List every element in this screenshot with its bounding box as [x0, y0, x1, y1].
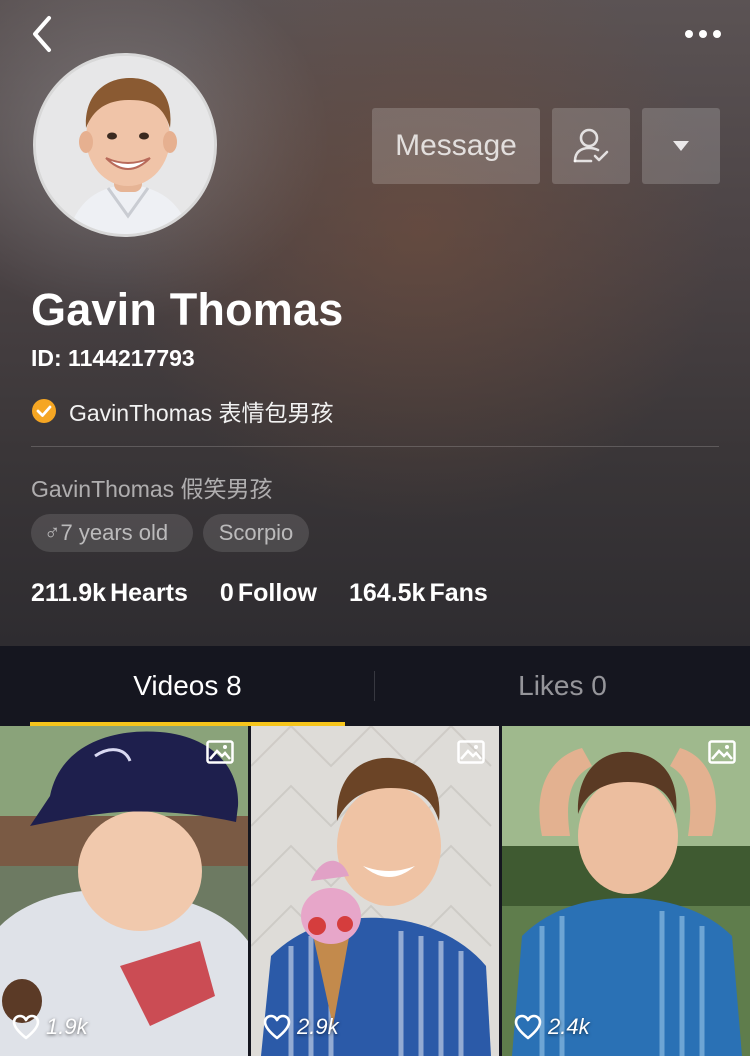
- recommend-dropdown-button[interactable]: [642, 108, 720, 184]
- more-dots-icon: [685, 30, 721, 38]
- tab-likes[interactable]: Likes 0: [375, 646, 750, 726]
- hearts-count: 211.9k: [31, 578, 107, 607]
- avatar-image: [36, 56, 214, 234]
- video-thumbnail[interactable]: 2.4k: [502, 726, 750, 1056]
- caret-down-icon: [673, 141, 689, 151]
- stats-row: 211.9k Hearts 0 Follow 164.5k Fans: [31, 576, 520, 610]
- profile-id: ID: 1144217793: [31, 345, 195, 371]
- video-thumbnail-image: [502, 726, 750, 1056]
- video-like-count: 1.9k: [12, 1014, 88, 1040]
- video-like-count: 2.4k: [514, 1014, 590, 1040]
- verified-row: GavinThomas 表情包男孩: [31, 396, 334, 426]
- video-thumbnail[interactable]: 1.9k: [0, 726, 248, 1056]
- age-tag: ♂ 7 years old: [31, 514, 193, 552]
- divider: [31, 446, 719, 447]
- tab-videos[interactable]: Videos 8: [0, 646, 375, 726]
- video-like-count: 2.9k: [263, 1014, 339, 1040]
- verified-badge-icon: [32, 399, 56, 423]
- video-like-text: 2.9k: [297, 1014, 339, 1039]
- photo-icon: [708, 740, 736, 764]
- follow-status-button[interactable]: [552, 108, 630, 184]
- male-icon: ♂: [44, 520, 61, 545]
- fans-count: 164.5k: [348, 578, 426, 607]
- age-text: 7 years old: [60, 520, 169, 545]
- fans-label: Fans: [429, 578, 488, 607]
- heart-icon: [514, 1014, 542, 1040]
- message-button[interactable]: Message: [372, 108, 540, 184]
- zodiac-text: Scorpio: [218, 520, 294, 545]
- follow-label: Follow: [237, 578, 317, 607]
- back-button[interactable]: [22, 14, 62, 54]
- user-check-icon: [573, 128, 609, 163]
- profile-name: Gavin Thomas: [31, 284, 344, 335]
- video-thumbnail-image: [0, 726, 248, 1056]
- avatar[interactable]: [33, 53, 217, 237]
- back-arrow-icon: [33, 16, 51, 52]
- hearts-label: Hearts: [110, 578, 188, 607]
- heart-icon: [263, 1014, 291, 1040]
- verified-text: GavinThomas 表情包男孩: [69, 400, 334, 426]
- tab-bar: Videos 8 Likes 0: [0, 646, 750, 726]
- video-grid: 1.9k 2.9k 2.4k: [0, 726, 750, 1056]
- message-button-label: Message: [395, 129, 517, 162]
- video-like-text: 2.4k: [548, 1014, 590, 1039]
- photo-icon: [206, 740, 234, 764]
- video-thumbnail[interactable]: 2.9k: [251, 726, 499, 1056]
- zodiac-tag: Scorpio: [203, 514, 309, 552]
- photo-icon: [457, 740, 485, 764]
- video-like-text: 1.9k: [46, 1014, 88, 1039]
- video-thumbnail-image: [251, 726, 499, 1056]
- heart-icon: [12, 1014, 40, 1040]
- follow-stat[interactable]: 0 Follow: [220, 579, 317, 608]
- fans-stat[interactable]: 164.5k Fans: [349, 579, 488, 608]
- follow-count: 0: [219, 578, 234, 607]
- profile-header: Message Gavin Thomas ID: 1144217793 Gavi…: [0, 0, 750, 646]
- profile-bio: GavinThomas 假笑男孩: [31, 476, 273, 502]
- hearts-stat[interactable]: 211.9k Hearts: [31, 579, 188, 608]
- more-options-button[interactable]: [678, 16, 728, 52]
